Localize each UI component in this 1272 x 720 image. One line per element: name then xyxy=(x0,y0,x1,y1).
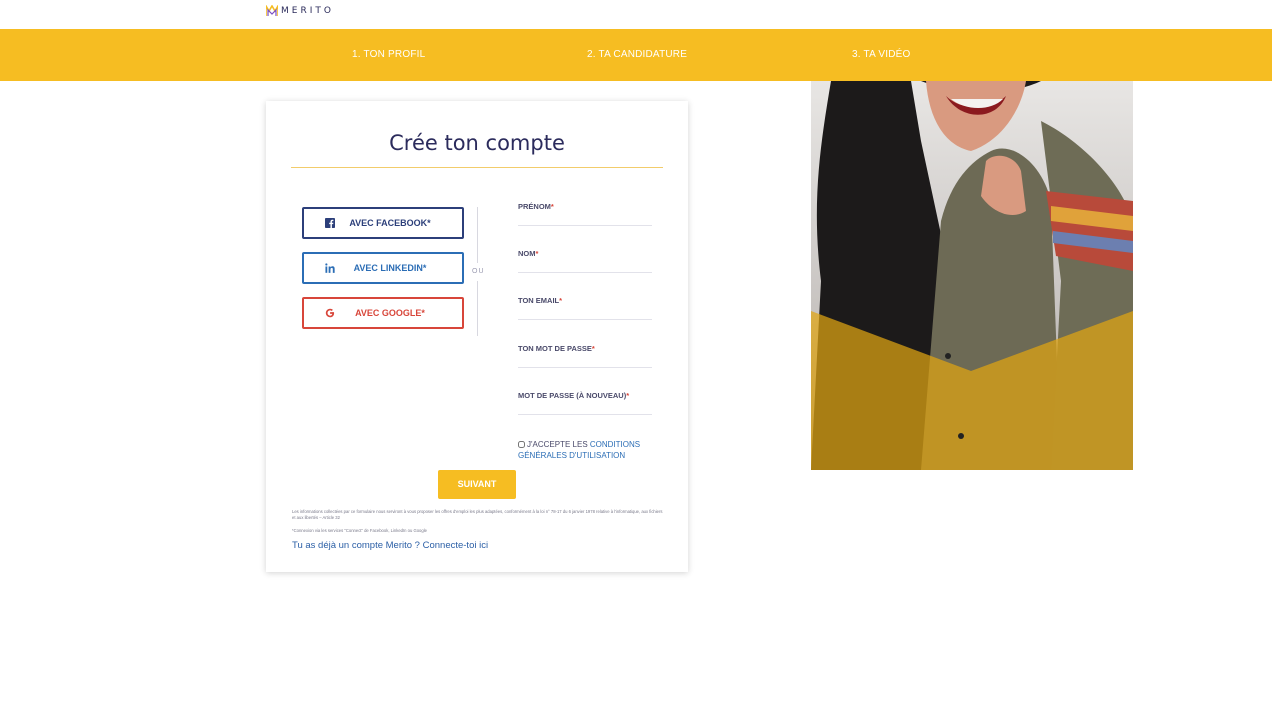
firstname-label: PRÉNOM xyxy=(518,202,551,211)
email-input[interactable] xyxy=(518,308,652,320)
cgu-prefix: J'ACCEPTE LES xyxy=(527,440,590,449)
merito-logo-icon xyxy=(266,5,278,16)
password-confirm-label: MOT DE PASSE (À NOUVEAU) xyxy=(518,391,627,400)
password-confirm-field: MOT DE PASSE (À NOUVEAU)* xyxy=(518,391,652,415)
password-confirm-input[interactable] xyxy=(518,403,652,415)
required-mark: * xyxy=(591,344,595,353)
required-mark: * xyxy=(559,296,563,305)
facebook-login-button[interactable]: AVEC FACEBOOK* xyxy=(302,207,464,239)
step-application[interactable]: 2. TA CANDIDATURE xyxy=(587,49,687,60)
email-field: TON EMAIL* xyxy=(518,296,652,320)
connect-footnote: *Connexion via les services "Connect" de… xyxy=(292,528,427,533)
steps-bar: 1. TON PROFIL 2. TA CANDIDATURE 3. TA VI… xyxy=(0,29,1272,81)
email-label: TON EMAIL xyxy=(518,296,560,305)
top-header: MERITO xyxy=(0,0,1272,29)
separator-line-top xyxy=(477,207,478,263)
hero-photo xyxy=(811,81,1133,470)
linkedin-button-label: AVEC LINKEDIN* xyxy=(353,263,427,273)
cgu-consent: J'ACCEPTE LES CONDITIONS GÉNÉRALES D'UTI… xyxy=(518,439,668,461)
lastname-field: NOM* xyxy=(518,249,652,273)
logo-text: MERITO xyxy=(281,5,334,16)
separator-line-bottom xyxy=(477,281,478,336)
merito-logo[interactable]: MERITO xyxy=(266,5,334,16)
google-login-button[interactable]: AVEC GOOGLE* xyxy=(302,297,464,329)
linkedin-login-button[interactable]: AVEC LINKEDIN* xyxy=(302,252,464,284)
cgu-checkbox[interactable] xyxy=(518,441,525,449)
password-field: TON MOT DE PASSE* xyxy=(518,344,652,368)
step-profile[interactable]: 1. TON PROFIL xyxy=(352,49,425,60)
lastname-input[interactable] xyxy=(518,261,652,273)
firstname-field: PRÉNOM* xyxy=(518,202,652,226)
title-divider xyxy=(291,167,663,168)
required-mark: * xyxy=(550,202,554,211)
signup-card: Crée ton compte AVEC FACEBOOK* AVEC LINK… xyxy=(266,101,688,572)
required-mark: * xyxy=(626,391,630,400)
password-label: TON MOT DE PASSE xyxy=(518,344,592,353)
required-mark: * xyxy=(535,249,539,258)
facebook-button-label: AVEC FACEBOOK* xyxy=(349,218,431,228)
lastname-label: NOM xyxy=(518,249,536,258)
separator-text: OU xyxy=(472,268,485,275)
next-button[interactable]: SUIVANT xyxy=(438,470,516,499)
step-video[interactable]: 3. TA VIDÉO xyxy=(852,49,911,60)
page-title: Crée ton compte xyxy=(389,131,565,155)
login-link[interactable]: Tu as déjà un compte Merito ? Connecte-t… xyxy=(292,540,488,551)
google-button-label: AVEC GOOGLE* xyxy=(355,308,425,318)
firstname-input[interactable] xyxy=(518,214,652,226)
password-input[interactable] xyxy=(518,356,652,368)
legal-notice: Les informations collectées par ce formu… xyxy=(292,509,663,520)
